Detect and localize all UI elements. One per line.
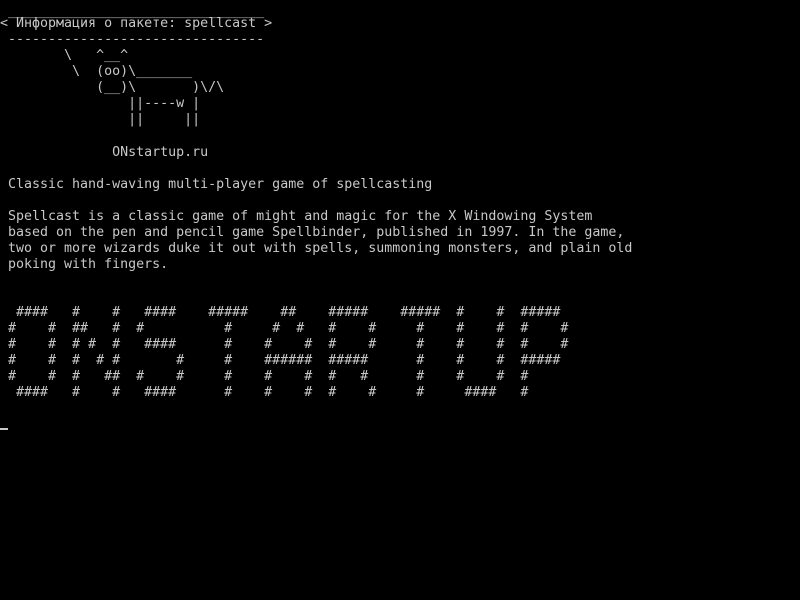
description-line: poking with fingers. [0,257,169,272]
cow-art-line: (__)\ )\/\ [0,80,225,95]
description-line: Spellcast is a classic game of might and… [0,209,593,224]
cowsay-title: < Информация о пакете: spellcast > [0,16,273,31]
description-line: two or more wizards duke it out with spe… [0,241,633,256]
package-summary: Classic hand-waving multi-player game of… [0,177,433,192]
cow-art-line: || || [0,112,201,127]
description-line: based on the pen and pencil game Spellbi… [0,225,625,240]
text-cursor [0,428,8,430]
cow-art-line: \ (oo)\_______ [0,64,193,79]
banner-line: # # # ## # # # # # # # # # # # [0,369,529,384]
banner-line: # # ## # # # # # # # # # # # # [0,321,569,336]
banner-line: #### # # #### ##### ## ##### ##### # # #… [0,305,561,320]
cowsay-border-bottom: -------------------------------- [0,32,265,47]
banner-line: # # # # # # # ###### ##### # # # ##### [0,353,561,368]
banner-line: #### # # #### # # # # # # #### # [0,385,529,400]
terminal-screen[interactable]: ________________________________ < Инфор… [0,0,800,600]
banner-line: # # # # # #### # # # # # # # # # # [0,337,569,352]
cow-art-line: ||----w | [0,96,201,111]
site-label: ONstartup.ru [0,145,209,160]
cow-art-line: \ ^__^ [0,48,129,63]
